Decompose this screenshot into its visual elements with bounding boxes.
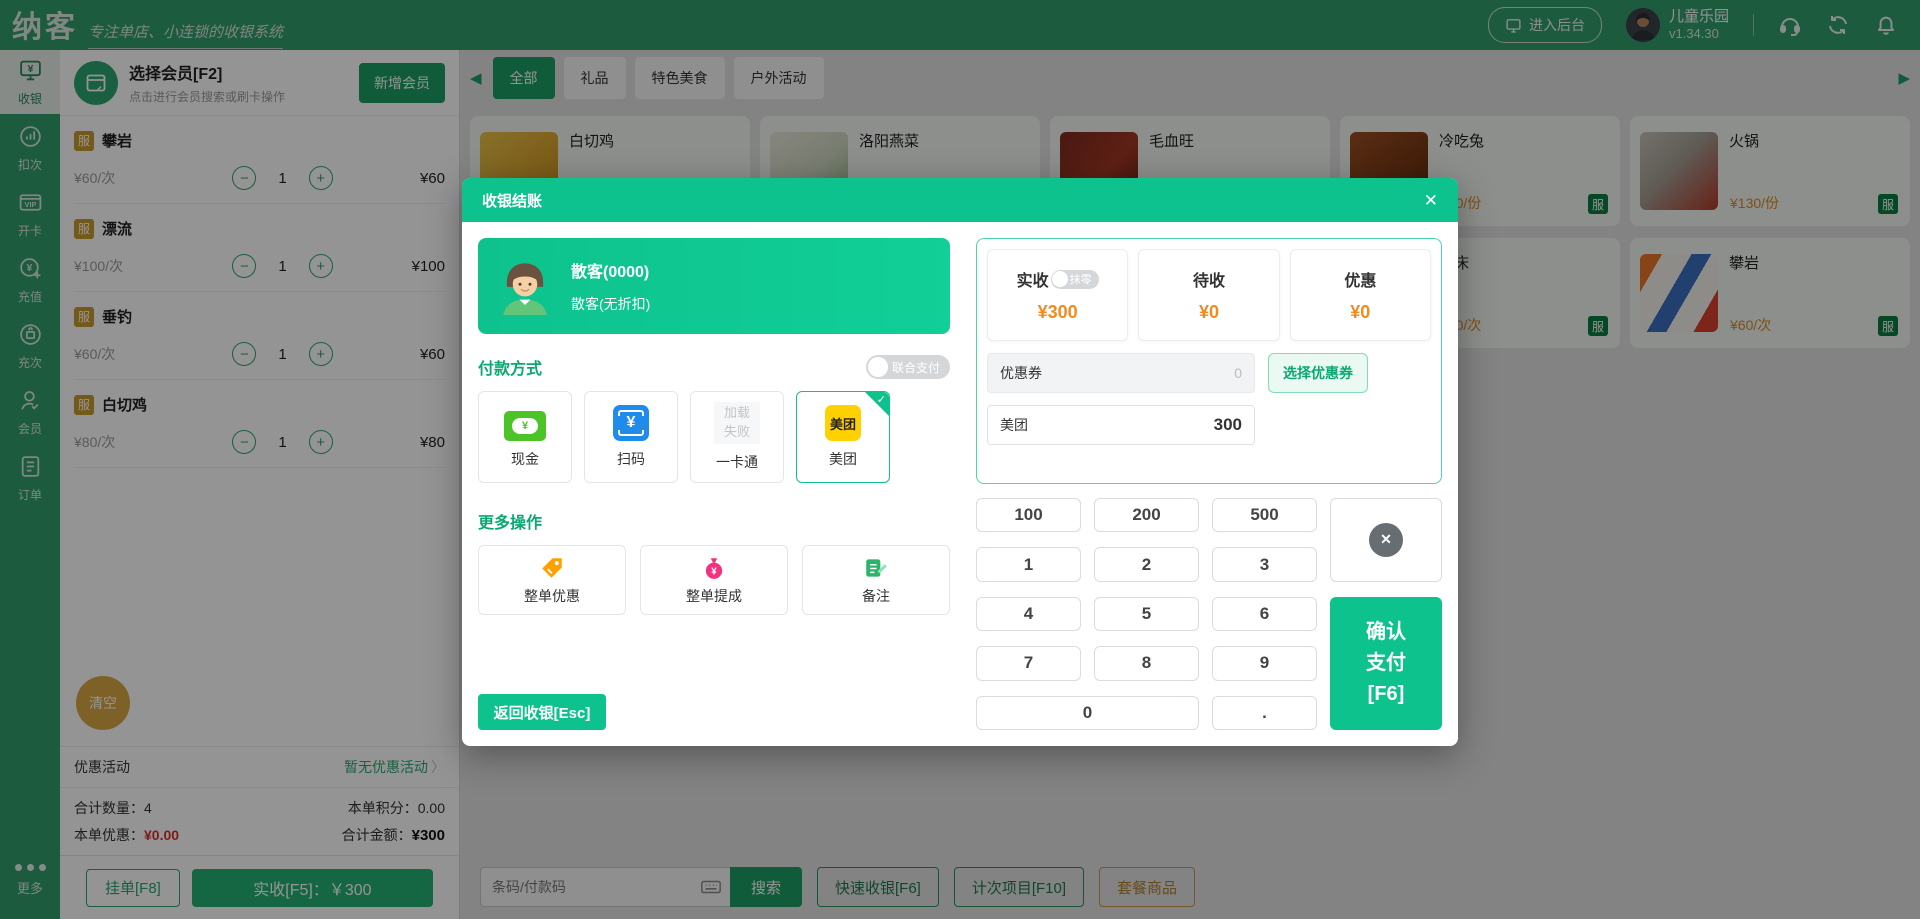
modal-title: 收银结账 [482,192,543,210]
check-icon: ✓ [876,394,886,406]
payment-method-label: 扫码 [617,451,645,467]
cash-icon: ¥ [504,410,546,441]
action-label: 整单提成 [686,587,742,604]
action-label: 备注 [862,587,890,604]
action-label: 整单优惠 [524,587,580,604]
discount-value: ¥0 [1350,302,1371,322]
numpad-key-6[interactable]: 6 [1212,596,1317,632]
more-actions: 整单优惠 ¥ 整单提成 备注 [478,545,950,615]
toggle-knob [867,357,888,377]
payment-method-label: 现金 [511,450,539,467]
meituan-icon: 美团 [825,405,861,441]
qr-scan-icon: ¥ [613,405,649,441]
numpad-key-dot[interactable]: . [1212,695,1317,730]
stat-pending: 待收 ¥0 [1138,249,1280,341]
coupon-field[interactable]: 优惠券 0 [987,353,1255,393]
customer-card: 散客(0000) 散客(无折扣) [478,238,950,334]
received-label: 实收 [1016,273,1049,290]
payment-method-scan[interactable]: ¥ 扫码 [584,391,678,483]
pending-label: 待收 [1192,273,1225,290]
numpad-key-9[interactable]: 9 [1212,646,1317,681]
checkout-modal: 收银结账 ✕ 散客(0000) 散客(无折扣) 付款方式 联合支付 ¥ 现金 ¥… [462,178,1458,746]
backspace-key[interactable]: ✕ [1330,498,1442,582]
more-actions-label: 更多操作 [478,515,543,532]
received-value: ¥300 [1037,302,1078,322]
payment-method-label: 一卡通 [716,454,758,470]
select-coupon-button[interactable]: 选择优惠券 [1268,353,1368,393]
numpad-key-500[interactable]: 500 [1212,498,1317,533]
backspace-icon: ✕ [1369,522,1403,557]
payment-amount-value: 300 [1213,415,1242,434]
discount-tag-icon [542,557,562,578]
image-load-failed-placeholder: 加载 失败 [714,402,760,444]
numpad-key-100[interactable]: 100 [976,498,1081,533]
coupon-label: 优惠券 [1000,365,1042,381]
payment-method-label: 美团 [829,451,857,467]
stat-discount: 优惠 ¥0 [1289,249,1431,341]
money-bag-icon: ¥ [705,557,723,579]
numpad-key-7[interactable]: 7 [976,646,1081,681]
numpad-key-200[interactable]: 200 [1094,498,1199,533]
customer-avatar [496,257,554,315]
modal-header: 收银结账 ✕ [462,178,1458,222]
customer-name: 散客(0000) [571,264,650,281]
payment-method-label: 付款方式 [478,361,543,378]
note-pen-icon [866,558,887,577]
customer-type: 散客(无折扣) [571,296,651,312]
union-pay-toggle[interactable]: 联合支付 [865,355,950,379]
payment-method-meituan[interactable]: ✓ 美团 美团 [796,391,890,483]
payment-summary-panel: 实收 抹零 ¥300 待收 ¥0 优惠 ¥0 优惠券 0 选择优惠券 美团 30… [976,238,1442,484]
order-commission-button[interactable]: ¥ 整单提成 [640,545,788,615]
payment-method-onecard[interactable]: 加载 失败 一卡通 [690,391,784,483]
remark-button[interactable]: 备注 [802,545,950,615]
numpad-key-3[interactable]: 3 [1212,547,1317,582]
numpad: 100 200 500 ✕ 1 2 3 4 5 6 确认 支付 [F6] 7 8… [976,498,1442,730]
order-discount-button[interactable]: 整单优惠 [478,545,626,615]
round-off-toggle[interactable]: 抹零 [1050,269,1099,289]
toggle-knob [1051,271,1068,287]
numpad-key-4[interactable]: 4 [976,596,1081,632]
payment-amount-field[interactable]: 美团 300 [987,405,1255,445]
numpad-key-1[interactable]: 1 [976,547,1081,582]
numpad-key-8[interactable]: 8 [1094,646,1199,681]
payment-methods: ¥ 现金 ¥ 扫码 加载 失败 一卡通 ✓ 美团 美团 [478,391,950,483]
pending-value: ¥0 [1198,302,1219,322]
numpad-key-2[interactable]: 2 [1094,547,1199,582]
discount-label: 优惠 [1344,273,1377,290]
confirm-pay-button[interactable]: 确认 支付 [F6] [1330,596,1442,730]
stat-received: 实收 抹零 ¥300 [987,249,1129,341]
back-to-cashier-button[interactable]: 返回收银[Esc] [478,694,606,730]
payment-method-name: 美团 [1000,417,1028,433]
close-icon[interactable]: ✕ [1424,192,1438,209]
coupon-count: 0 [1234,365,1242,381]
svg-text:¥: ¥ [711,566,717,577]
numpad-key-5[interactable]: 5 [1094,596,1199,632]
payment-method-cash[interactable]: ¥ 现金 [478,391,572,483]
numpad-key-0[interactable]: 0 [976,695,1199,730]
